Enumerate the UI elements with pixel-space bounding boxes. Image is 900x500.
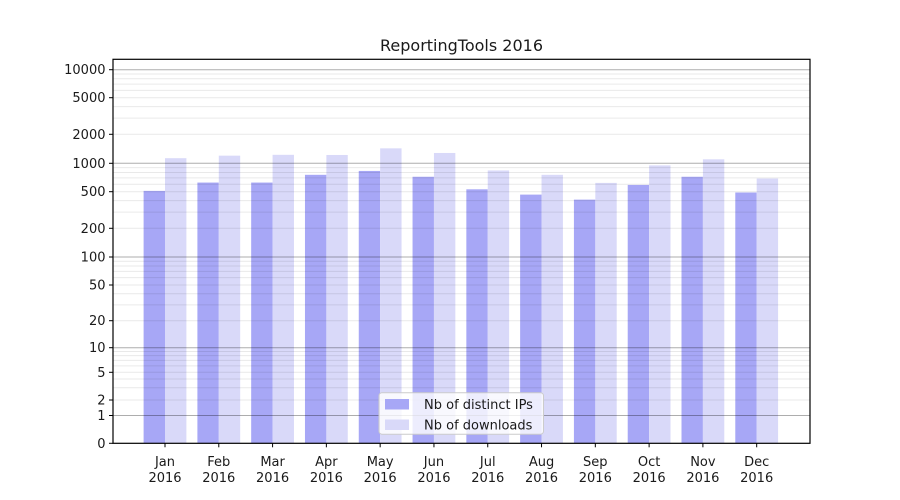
x-tick-label-month: Jul [479,455,496,470]
bar-distinct-ips-oct [628,185,649,443]
legend-swatch-downloads [385,420,409,431]
y-tick-label: 1 [97,409,105,424]
bar-distinct-ips-feb [197,183,218,444]
y-tick-label: 50 [89,279,106,294]
x-tick-label-month: Jan [154,455,175,470]
x-tick-label-month: Dec [744,455,769,470]
x-tick-label-year: 2016 [525,471,558,486]
y-tick-label: 2 [97,394,105,409]
x-tick-label-month: Aug [529,455,554,470]
y-tick-label: 10000 [64,63,105,78]
y-tick-label: 100 [81,251,106,266]
bar-downloads-aug [542,175,563,443]
y-tick-label: 1000 [72,157,105,172]
x-tick-label-year: 2016 [256,471,289,486]
x-tick-label-month: Sep [583,455,608,470]
x-tick-label-month: May [367,455,394,470]
x-tick-label-year: 2016 [633,471,666,486]
bar-distinct-ips-dec [735,193,756,444]
bar-downloads-nov [703,159,724,443]
x-tick-label-year: 2016 [148,471,181,486]
bar-downloads-sep [595,183,616,443]
y-tick-label: 20 [89,314,106,329]
x-tick-label-month: Oct [638,455,660,470]
bar-distinct-ips-nov [682,177,703,444]
x-tick-label-year: 2016 [202,471,235,486]
x-tick-label-month: Nov [690,455,716,470]
figure-canvas: ReportingTools 2016 01251020501002005001… [0,0,900,500]
y-tick-label: 5 [97,366,105,381]
bar-downloads-dec [757,179,778,444]
x-tick-label-year: 2016 [740,471,773,486]
x-tick-label-year: 2016 [310,471,343,486]
x-tick-label-month: Feb [207,455,230,470]
bar-distinct-ips-sep [574,200,595,444]
legend-label-distinct-ips: Nb of distinct IPs [424,398,533,413]
y-tick-label: 500 [81,185,106,200]
bar-chart: 012510205010020050010002000500010000Jan2… [0,0,900,500]
y-tick-label: 10 [89,341,106,356]
x-tick-label-year: 2016 [364,471,397,486]
y-tick-label: 0 [97,437,105,452]
bar-downloads-oct [649,165,670,443]
x-tick-label-year: 2016 [417,471,450,486]
x-tick-label-year: 2016 [579,471,612,486]
bar-distinct-ips-apr [305,175,326,443]
x-tick-label-year: 2016 [471,471,504,486]
y-tick-label: 2000 [72,128,105,143]
legend-swatch-distinct-ips [385,399,409,410]
y-tick-label: 5000 [72,91,105,106]
y-tick-label: 200 [81,222,106,237]
bar-distinct-ips-mar [251,183,272,444]
legend-label-downloads: Nb of downloads [424,419,533,434]
x-tick-label-month: Jun [423,455,444,470]
x-tick-label-month: Mar [260,455,285,470]
x-tick-label-month: Apr [315,455,338,470]
x-tick-label-year: 2016 [686,471,719,486]
